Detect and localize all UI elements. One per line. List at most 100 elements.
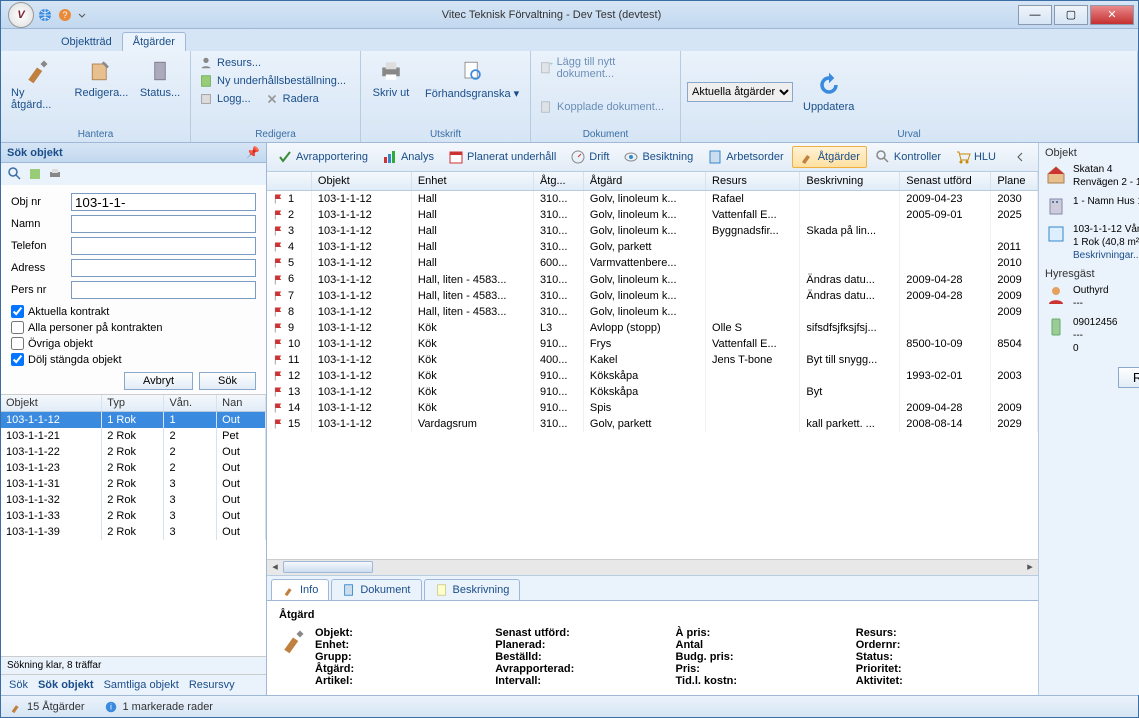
tool-besiktning[interactable]: Besiktning [617, 147, 699, 167]
grid-row[interactable]: 15103-1-1-12Vardagsrum310...Golv, parket… [267, 416, 1038, 432]
ny-atgard-button[interactable]: Ny åtgärd... [7, 55, 67, 129]
clear-icon[interactable] [27, 166, 43, 182]
grid-row[interactable]: 11103-1-1-12Kök400...KakelJens T-boneByt… [267, 352, 1038, 368]
maximize-button[interactable]: ▢ [1054, 5, 1088, 25]
objnr-input[interactable] [71, 193, 256, 211]
tab-atgarder[interactable]: Åtgärder [122, 32, 186, 51]
ovriga-checkbox[interactable]: Övriga objekt [11, 337, 256, 350]
flag-icon [273, 257, 285, 269]
scroll-left-icon[interactable]: ◂ [267, 560, 283, 574]
svg-text:?: ? [62, 10, 67, 20]
grid-row[interactable]: 7103-1-1-12Hall, liten - 4583...310...Go… [267, 288, 1038, 304]
bottom-tab-samtliga[interactable]: Samtliga objekt [104, 679, 179, 691]
grid-row[interactable]: 4103-1-1-12Hall310...Golv, parkett2011 [267, 239, 1038, 255]
results-table[interactable]: Objekt Typ Vån. Nan 103-1-1-121 Rok1Out1… [1, 395, 266, 656]
minimize-button[interactable]: — [1018, 5, 1052, 25]
beskrivningar-link[interactable]: Beskrivningar... [1073, 249, 1139, 262]
qat-globe-icon[interactable] [37, 7, 53, 23]
tool-row: Avrapportering Analys Planerat underhåll… [267, 143, 1038, 172]
grid-row[interactable]: 2103-1-1-12Hall310...Golv, linoleum k...… [267, 207, 1038, 223]
telefon-input[interactable] [71, 237, 256, 255]
sok-title: Sök objekt [7, 147, 63, 159]
forhandsgranska-button[interactable]: Förhandsgranska ▾ [421, 55, 523, 129]
namn-input[interactable] [71, 215, 256, 233]
uppdatera-button[interactable]: Uppdatera [799, 69, 858, 115]
tool-avrapportering[interactable]: Avrapportering [271, 147, 374, 167]
brush-small-icon [799, 149, 815, 165]
tool-overflow[interactable] [1006, 147, 1034, 167]
rp-redigera-button[interactable]: Redigera [1118, 367, 1139, 388]
bottom-tab-sok[interactable]: Sök [9, 679, 28, 691]
grid-row[interactable]: 1103-1-1-12Hall310...Golv, linoleum k...… [267, 191, 1038, 208]
scroll-thumb[interactable] [283, 561, 373, 573]
result-row[interactable]: 103-1-1-222 Rok2Out [1, 444, 266, 460]
tool-arbetsorder[interactable]: Arbetsorder [701, 147, 789, 167]
skriv-ut-button[interactable]: Skriv ut [367, 55, 415, 129]
status-button[interactable]: Status... [136, 55, 184, 129]
underhall-button[interactable]: Ny underhållsbeställning... [197, 73, 348, 89]
tool-planerat[interactable]: Planerat underhåll [442, 147, 562, 167]
result-row[interactable]: 103-1-1-392 Rok3Out [1, 524, 266, 540]
rp-hyresgast-title: Hyresgäst [1045, 268, 1139, 280]
grid-row[interactable]: 14103-1-1-12Kök910...Spis2009-04-282009 [267, 400, 1038, 416]
doc-tab-icon [342, 583, 356, 597]
radera-button[interactable]: Radera [263, 91, 321, 107]
grid-row[interactable]: 10103-1-1-12Kök910...FrysVattenfall E...… [267, 336, 1038, 352]
tool-atgarder[interactable]: Åtgärder [792, 146, 867, 168]
redigera-button[interactable]: Redigera... [73, 55, 130, 129]
tool-drift[interactable]: Drift [564, 147, 615, 167]
resurs-button[interactable]: Resurs... [197, 55, 348, 71]
dolj-checkbox[interactable]: Dölj stängda objekt [11, 353, 256, 366]
grid-row[interactable]: 9103-1-1-12KökL3Avlopp (stopp)Olle Ssifs… [267, 320, 1038, 336]
pin-icon[interactable]: 📌 [246, 146, 260, 159]
info-status-icon: i [104, 700, 118, 714]
result-row[interactable]: 103-1-1-322 Rok3Out [1, 492, 266, 508]
qat-dropdown-icon[interactable] [77, 7, 87, 23]
tool-kontroller[interactable]: Kontroller [869, 147, 947, 167]
main-grid[interactable]: Objekt Enhet Åtg... Åtgärd Resurs Beskri… [267, 172, 1038, 559]
result-row[interactable]: 103-1-1-332 Rok3Out [1, 508, 266, 524]
print-icon[interactable] [47, 166, 63, 182]
result-row[interactable]: 103-1-1-121 Rok1Out [1, 412, 266, 429]
detail-tab-beskrivning[interactable]: Beskrivning [424, 579, 521, 600]
flag-icon [273, 225, 285, 237]
grid-row[interactable]: 3103-1-1-12Hall310...Golv, linoleum k...… [267, 223, 1038, 239]
grid-row[interactable]: 8103-1-1-12Hall, liten - 4583...310...Go… [267, 304, 1038, 320]
detail-tab-info[interactable]: Info [271, 579, 329, 600]
tool-analys[interactable]: Analys [376, 147, 440, 167]
bottom-tab-sokobj[interactable]: Sök objekt [38, 679, 94, 691]
logg-button[interactable]: Logg... [197, 91, 253, 107]
result-row[interactable]: 103-1-1-312 Rok3Out [1, 476, 266, 492]
app-logo[interactable]: V [5, 1, 37, 29]
grid-row[interactable]: 12103-1-1-12Kök910...Kökskåpa1993-02-012… [267, 368, 1038, 384]
persnr-input[interactable] [71, 281, 256, 299]
alla-checkbox[interactable]: Alla personer på kontrakten [11, 321, 256, 334]
magnifier-icon[interactable] [7, 166, 23, 182]
result-row[interactable]: 103-1-1-212 Rok2Pet [1, 428, 266, 444]
right-pane: Objekt Skatan 4Renvägen 2 - 16 1 - Namn … [1038, 143, 1139, 695]
linked-doc-icon [539, 100, 553, 114]
tool-hlu[interactable]: HLU [949, 147, 1002, 167]
detail-tab-dokument[interactable]: Dokument [331, 579, 421, 600]
close-button[interactable]: ✕ [1090, 5, 1134, 25]
sok-button[interactable]: Sök [199, 372, 256, 390]
kopplade-dokument-button[interactable]: Kopplade dokument... [537, 99, 674, 115]
avbryt-button[interactable]: Avbryt [124, 372, 193, 390]
scroll-right-icon[interactable]: ▸ [1022, 560, 1038, 574]
grid-row[interactable]: 5103-1-1-12Hall600...Varmvattenbere...20… [267, 255, 1038, 271]
flag-icon [273, 241, 285, 253]
qat-help-icon[interactable]: ? [57, 7, 73, 23]
eye-icon [623, 149, 639, 165]
bottom-tab-resursvy[interactable]: Resursvy [189, 679, 235, 691]
horizontal-scrollbar[interactable]: ◂ ▸ [267, 559, 1038, 575]
search-form: Obj nr Namn Telefon Adress Pers nr Aktue… [1, 185, 266, 395]
lagg-dokument-button[interactable]: +Lägg till nytt dokument... [537, 55, 674, 81]
urval-select[interactable]: Aktuella åtgärder [687, 82, 793, 102]
grid-row[interactable]: 6103-1-1-12Hall, liten - 4583...310...Go… [267, 271, 1038, 287]
adress-input[interactable] [71, 259, 256, 277]
result-row[interactable]: 103-1-1-232 Rok2Out [1, 460, 266, 476]
aktuella-checkbox[interactable]: Aktuella kontrakt [11, 305, 256, 318]
tab-objekttrad[interactable]: Objektträd [51, 33, 122, 51]
grid-row[interactable]: 13103-1-1-12Kök910...KökskåpaByt [267, 384, 1038, 400]
flag-icon [273, 193, 285, 205]
